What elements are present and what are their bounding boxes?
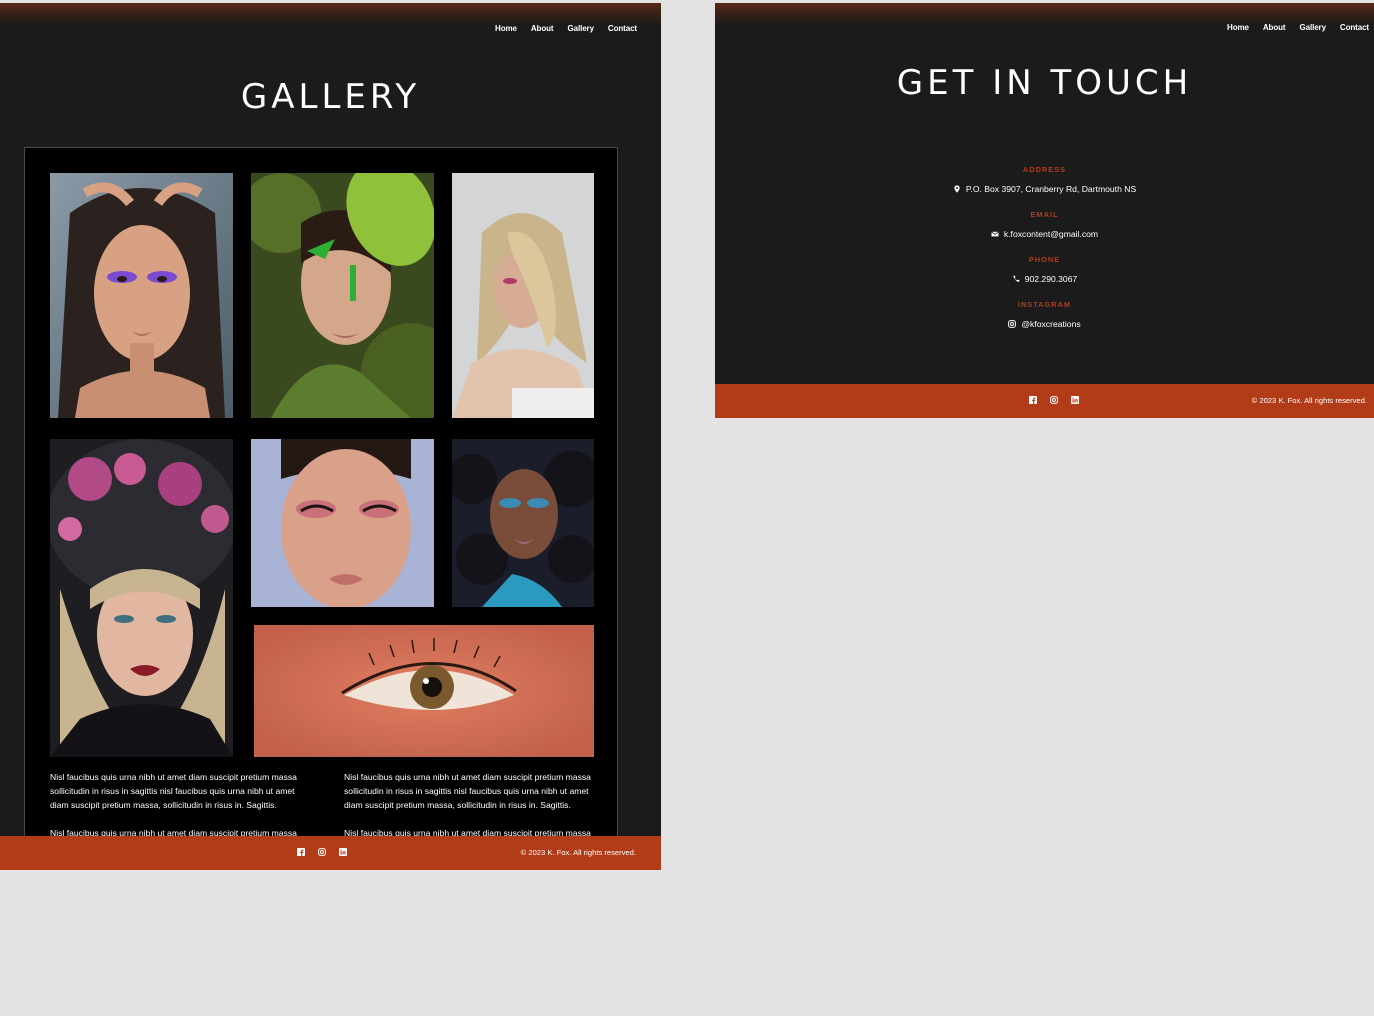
nav-about[interactable]: About <box>1263 23 1286 32</box>
social-links <box>1029 396 1079 404</box>
main-nav: Home About Gallery Contact <box>495 24 637 33</box>
gallery-photo-7[interactable] <box>254 625 594 757</box>
page-title: GALLERY <box>240 77 421 117</box>
facebook-icon[interactable] <box>1029 396 1037 404</box>
social-links <box>297 848 347 856</box>
nav-home[interactable]: Home <box>1227 23 1249 32</box>
instagram-icon[interactable] <box>318 848 326 856</box>
site-footer: © 2023 K. Fox. All rights reserved. <box>715 384 1374 418</box>
site-footer: © 2023 K. Fox. All rights reserved. <box>0 836 661 870</box>
phone-value[interactable]: 902.290.3067 <box>1012 274 1078 284</box>
contact-page: Home About Gallery Contact GET IN TOUCH … <box>715 3 1374 418</box>
phone-label: PHONE <box>1028 255 1061 264</box>
instagram-icon[interactable] <box>1050 396 1058 404</box>
instagram-block: INSTAGRAM @kfoxcreations <box>715 300 1374 333</box>
gallery-photo-5[interactable] <box>251 439 434 607</box>
nav-gallery[interactable]: Gallery <box>567 24 594 33</box>
linkedin-icon[interactable] <box>1071 396 1079 404</box>
gallery-photo-6[interactable] <box>452 439 594 607</box>
instagram-text[interactable]: @kfoxcreations <box>1021 319 1080 329</box>
nav-contact[interactable]: Contact <box>608 24 637 33</box>
gallery-grid: Nisl faucibus quis urna nibh ut amet dia… <box>24 147 618 866</box>
nav-gallery[interactable]: Gallery <box>1299 23 1326 32</box>
top-gradient-bar <box>715 3 1374 25</box>
instagram-icon <box>1008 320 1017 328</box>
address-block: ADDRESS P.O. Box 3907, Cranberry Rd, Dar… <box>715 165 1374 198</box>
nav-contact[interactable]: Contact <box>1340 23 1369 32</box>
page-title: GET IN TOUCH <box>896 63 1193 103</box>
nav-about[interactable]: About <box>531 24 554 33</box>
gallery-photo-1[interactable] <box>50 173 233 418</box>
gallery-photo-3[interactable] <box>452 173 594 418</box>
gallery-page: Home About Gallery Contact GALLERY Nisl … <box>0 3 661 870</box>
nav-home[interactable]: Home <box>495 24 517 33</box>
main-nav: Home About Gallery Contact <box>1227 23 1369 32</box>
address-text: P.O. Box 3907, Cranberry Rd, Dartmouth N… <box>965 184 1137 194</box>
gallery-photo-2[interactable] <box>251 173 434 418</box>
email-label: EMAIL <box>1030 210 1059 219</box>
instagram-value[interactable]: @kfoxcreations <box>1008 319 1081 329</box>
copyright-text: © 2023 K. Fox. All rights reserved. <box>520 848 636 857</box>
top-gradient-bar <box>0 3 661 25</box>
map-pin-icon <box>953 185 961 193</box>
phone-block: PHONE 902.290.3067 <box>715 255 1374 288</box>
caption-paragraph: Nisl faucibus quis urna nibh ut amet dia… <box>344 772 591 810</box>
address-value: P.O. Box 3907, Cranberry Rd, Dartmouth N… <box>953 184 1136 194</box>
email-text[interactable]: k.foxcontent@gmail.com <box>1004 229 1098 239</box>
copyright-text: © 2023 K. Fox. All rights reserved. <box>1251 396 1367 405</box>
envelope-icon <box>991 230 999 238</box>
gallery-photo-4[interactable] <box>50 439 233 757</box>
email-value[interactable]: k.foxcontent@gmail.com <box>991 229 1098 239</box>
phone-icon <box>1012 275 1020 283</box>
facebook-icon[interactable] <box>297 848 305 856</box>
caption-paragraph: Nisl faucibus quis urna nibh ut amet dia… <box>50 772 297 810</box>
address-label: ADDRESS <box>1022 165 1067 174</box>
email-block: EMAIL k.foxcontent@gmail.com <box>715 210 1374 243</box>
phone-text[interactable]: 902.290.3067 <box>1025 274 1078 284</box>
linkedin-icon[interactable] <box>339 848 347 856</box>
instagram-label: INSTAGRAM <box>1017 300 1072 309</box>
